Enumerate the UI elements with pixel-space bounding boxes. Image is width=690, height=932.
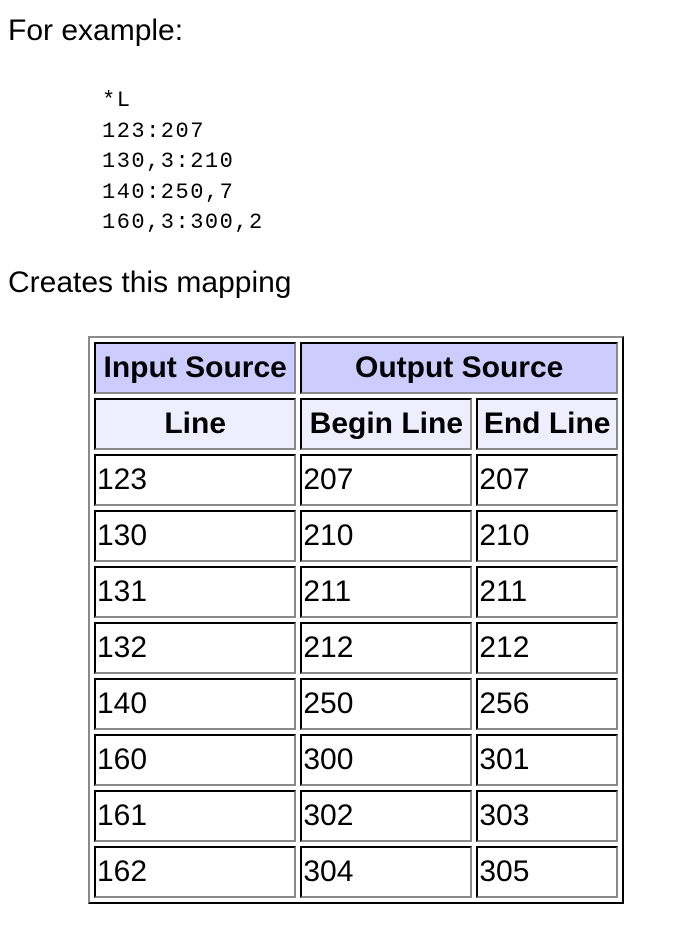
cell-input-line: 162 (94, 846, 297, 898)
table-row: 161 302 303 (94, 790, 618, 842)
table-row: 131 211 211 (94, 566, 618, 618)
table-row: 160 300 301 (94, 734, 618, 786)
code-line: 130,3:210 (102, 149, 235, 174)
table-row: 132 212 212 (94, 622, 618, 674)
cell-end-line: 207 (476, 454, 618, 506)
code-example: *L 123:207 130,3:210 140:250,7 160,3:300… (102, 86, 264, 239)
cell-begin-line: 210 (300, 510, 473, 562)
cell-input-line: 160 (94, 734, 297, 786)
column-header-begin-line: Begin Line (300, 398, 473, 450)
cell-begin-line: 300 (300, 734, 473, 786)
cell-end-line: 305 (476, 846, 618, 898)
column-header-end-line: End Line (476, 398, 618, 450)
cell-begin-line: 250 (300, 678, 473, 730)
table-row: 130 210 210 (94, 510, 618, 562)
cell-input-line: 132 (94, 622, 297, 674)
cell-end-line: 303 (476, 790, 618, 842)
table-row: 123 207 207 (94, 454, 618, 506)
cell-input-line: 140 (94, 678, 297, 730)
cell-input-line: 130 (94, 510, 297, 562)
table-row: 162 304 305 (94, 846, 618, 898)
cell-begin-line: 211 (300, 566, 473, 618)
cell-end-line: 210 (476, 510, 618, 562)
code-line: 160,3:300,2 (102, 210, 264, 235)
cell-begin-line: 302 (300, 790, 473, 842)
cell-end-line: 256 (476, 678, 618, 730)
header-column-row: Line Begin Line End Line (94, 398, 618, 450)
table-row: 140 250 256 (94, 678, 618, 730)
cell-begin-line: 212 (300, 622, 473, 674)
cell-end-line: 301 (476, 734, 618, 786)
header-input-source: Input Source (94, 342, 297, 394)
code-line: 140:250,7 (102, 179, 235, 205)
header-group-row: Input Source Output Source (94, 342, 618, 394)
cell-input-line: 161 (94, 790, 297, 842)
column-header-line: Line (94, 398, 297, 450)
line-mapping-table: Input Source Output Source Line Begin Li… (88, 336, 624, 904)
cell-input-line: 123 (94, 454, 297, 506)
cell-input-line: 131 (94, 566, 297, 618)
cell-end-line: 212 (476, 622, 618, 674)
code-line: *L (102, 88, 132, 113)
cell-end-line: 211 (476, 566, 618, 618)
mapping-caption: Creates this mapping (8, 266, 292, 299)
cell-begin-line: 304 (300, 846, 473, 898)
code-line: 123:207 (102, 118, 205, 144)
cell-begin-line: 207 (300, 454, 473, 506)
header-output-source: Output Source (300, 342, 618, 394)
intro-text: For example: (8, 14, 184, 47)
